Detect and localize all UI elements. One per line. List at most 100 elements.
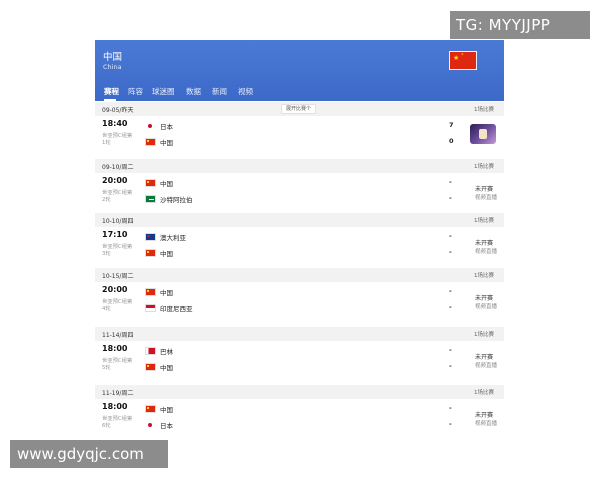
- match-row[interactable]: 18:40 世亚预C组第 1轮 日本中国 7 0: [95, 116, 504, 160]
- home-team-name: 中国: [160, 406, 173, 414]
- away-score: -: [449, 303, 452, 311]
- match-count: 1场比赛: [474, 332, 494, 338]
- video-thumbnail-icon[interactable]: [470, 124, 496, 144]
- match-row[interactable]: 18:00 世亚预C组第 6轮 中国 日本 - - 未开赛 视频直播: [95, 399, 504, 440]
- tab-schedule[interactable]: 赛程: [104, 86, 119, 97]
- cn-flag-icon: [145, 179, 156, 187]
- competition-round: 3轮: [102, 251, 111, 257]
- match-time: 20:00: [102, 176, 128, 185]
- watermark-top-right: TG: MYYJJPP: [450, 11, 590, 39]
- cn-flag-icon: [145, 138, 156, 146]
- date-row: 11-19/周二 1场比赛: [95, 385, 504, 399]
- match-count: 1场比赛: [474, 390, 494, 396]
- match-count: 1场比赛: [474, 164, 494, 170]
- away-team-name: 中国: [160, 364, 173, 372]
- watermark-bottom-left: www.gdyqjc.com: [10, 440, 168, 468]
- au-flag-icon: [145, 233, 156, 241]
- match-row[interactable]: 20:00 世亚预C组第 2轮 中国 沙特阿拉伯 - - 未开赛 视频直播: [95, 173, 504, 217]
- team-name: 中国: [103, 52, 123, 63]
- jp-flag-icon: [145, 421, 156, 429]
- away-team-name: 日本: [160, 422, 173, 430]
- date-row: 11-14/周四 1场比赛: [95, 327, 504, 341]
- away-team-name: 中国: [160, 250, 173, 258]
- tab-stats[interactable]: 数据: [186, 86, 201, 97]
- away-team-name: 中国: [160, 139, 173, 147]
- cn-flag-icon: [145, 405, 156, 413]
- id-flag-icon: [145, 304, 156, 312]
- match-count: 1场比赛: [474, 107, 494, 113]
- live-stream-link[interactable]: 视频直播: [475, 419, 497, 427]
- competition-name: 世亚预C组第: [102, 244, 133, 250]
- competition-label: 世亚预C组第 5轮: [102, 358, 148, 372]
- away-team-name: 沙特阿拉伯: [160, 196, 193, 204]
- tab-video[interactable]: 视频: [238, 86, 253, 97]
- competition-label: 世亚预C组第 4轮: [102, 299, 148, 313]
- home-score: -: [449, 287, 452, 295]
- home-score: -: [449, 232, 452, 240]
- home-team-name: 中国: [160, 289, 173, 297]
- home-score: -: [449, 404, 452, 412]
- active-tab-indicator: [104, 99, 116, 101]
- competition-label: 世亚预C组第 3轮: [102, 244, 148, 258]
- expand-matches-button[interactable]: 展开比赛个: [281, 104, 317, 114]
- cn-flag-icon: [145, 288, 156, 296]
- date-label: 10-10/周四: [102, 218, 134, 225]
- tab-news[interactable]: 新闻: [212, 86, 227, 97]
- jp-flag-icon: [145, 122, 156, 130]
- match-time: 18:00: [102, 402, 128, 411]
- team-name-en: China: [103, 63, 122, 71]
- china-flag-icon: ★ ★: [449, 51, 477, 70]
- bh-flag-icon: [145, 347, 156, 355]
- match-time: 18:40: [102, 119, 128, 128]
- home-team-name: 中国: [160, 180, 173, 188]
- home-score: -: [449, 346, 452, 354]
- home-score: 7: [449, 121, 454, 129]
- match-row[interactable]: 20:00 世亚预C组第 4轮 中国 印度尼西亚 - - 未开赛 视频直播: [95, 282, 504, 326]
- match-count: 1场比赛: [474, 218, 494, 224]
- cn-flag-icon: [145, 249, 156, 257]
- date-row: 10-15/周二 1场比赛: [95, 268, 504, 282]
- match-time: 20:00: [102, 285, 128, 294]
- live-stream-link[interactable]: 视频直播: [475, 302, 497, 310]
- away-score: -: [449, 194, 452, 202]
- match-row[interactable]: 17:10 世亚预C组第 3轮 澳大利亚 中国 - - 未开赛 视频直播: [95, 227, 504, 271]
- tab-bar: 赛程 阵容 球迷圈 数据 新闻 视频: [95, 82, 504, 101]
- date-row: 09-05/昨天 1场比赛 展开比赛个: [95, 102, 504, 116]
- match-time: 17:10: [102, 230, 128, 239]
- tab-roster[interactable]: 阵容: [128, 86, 143, 97]
- team-header: 中国 China ★ ★ 赛程 阵容 球迷圈 数据 新闻 视频: [95, 40, 504, 101]
- competition-round: 6轮: [102, 423, 111, 429]
- date-label: 09-05/昨天: [102, 107, 134, 114]
- match-count: 1场比赛: [474, 273, 494, 279]
- home-score: -: [449, 178, 452, 186]
- competition-label: 世亚预C组第 6轮: [102, 416, 148, 430]
- competition-label: 世亚预C组第 2轮: [102, 190, 148, 204]
- competition-name: 世亚预C组第: [102, 358, 133, 364]
- team-schedule-panel: 中国 China ★ ★ 赛程 阵容 球迷圈 数据 新闻 视频 09-05/昨天 1…: [95, 40, 504, 440]
- away-team-name: 印度尼西亚: [160, 305, 193, 313]
- away-score: 0: [449, 137, 454, 145]
- competition-name: 世亚预C组第: [102, 133, 133, 139]
- match-status: 未开赛: [475, 240, 494, 247]
- match-row[interactable]: 18:00 世亚预C组第 5轮 巴林中国 - - 未开赛 视频直播: [95, 341, 504, 385]
- competition-name: 世亚预C组第: [102, 190, 133, 196]
- match-time: 18:00: [102, 344, 128, 353]
- away-score: -: [449, 420, 452, 428]
- competition-round: 5轮: [102, 365, 111, 371]
- tab-fan-circle[interactable]: 球迷圈: [152, 86, 175, 97]
- match-status: 未开赛: [475, 354, 494, 361]
- competition-round: 1轮: [102, 140, 111, 146]
- home-team-name: 日本: [160, 123, 173, 131]
- date-row: 09-10/周二 1场比赛: [95, 159, 504, 173]
- away-score: -: [449, 362, 452, 370]
- competition-round: 4轮: [102, 306, 111, 312]
- date-label: 10-15/周二: [102, 273, 134, 280]
- live-stream-link[interactable]: 视频直播: [475, 247, 497, 255]
- live-stream-link[interactable]: 视频直播: [475, 361, 497, 369]
- live-stream-link[interactable]: 视频直播: [475, 193, 497, 201]
- date-label: 09-10/周二: [102, 164, 134, 171]
- competition-name: 世亚预C组第: [102, 416, 133, 422]
- home-team-name: 巴林: [160, 348, 173, 356]
- date-label: 11-14/周四: [102, 332, 134, 339]
- home-team-name: 澳大利亚: [160, 234, 186, 242]
